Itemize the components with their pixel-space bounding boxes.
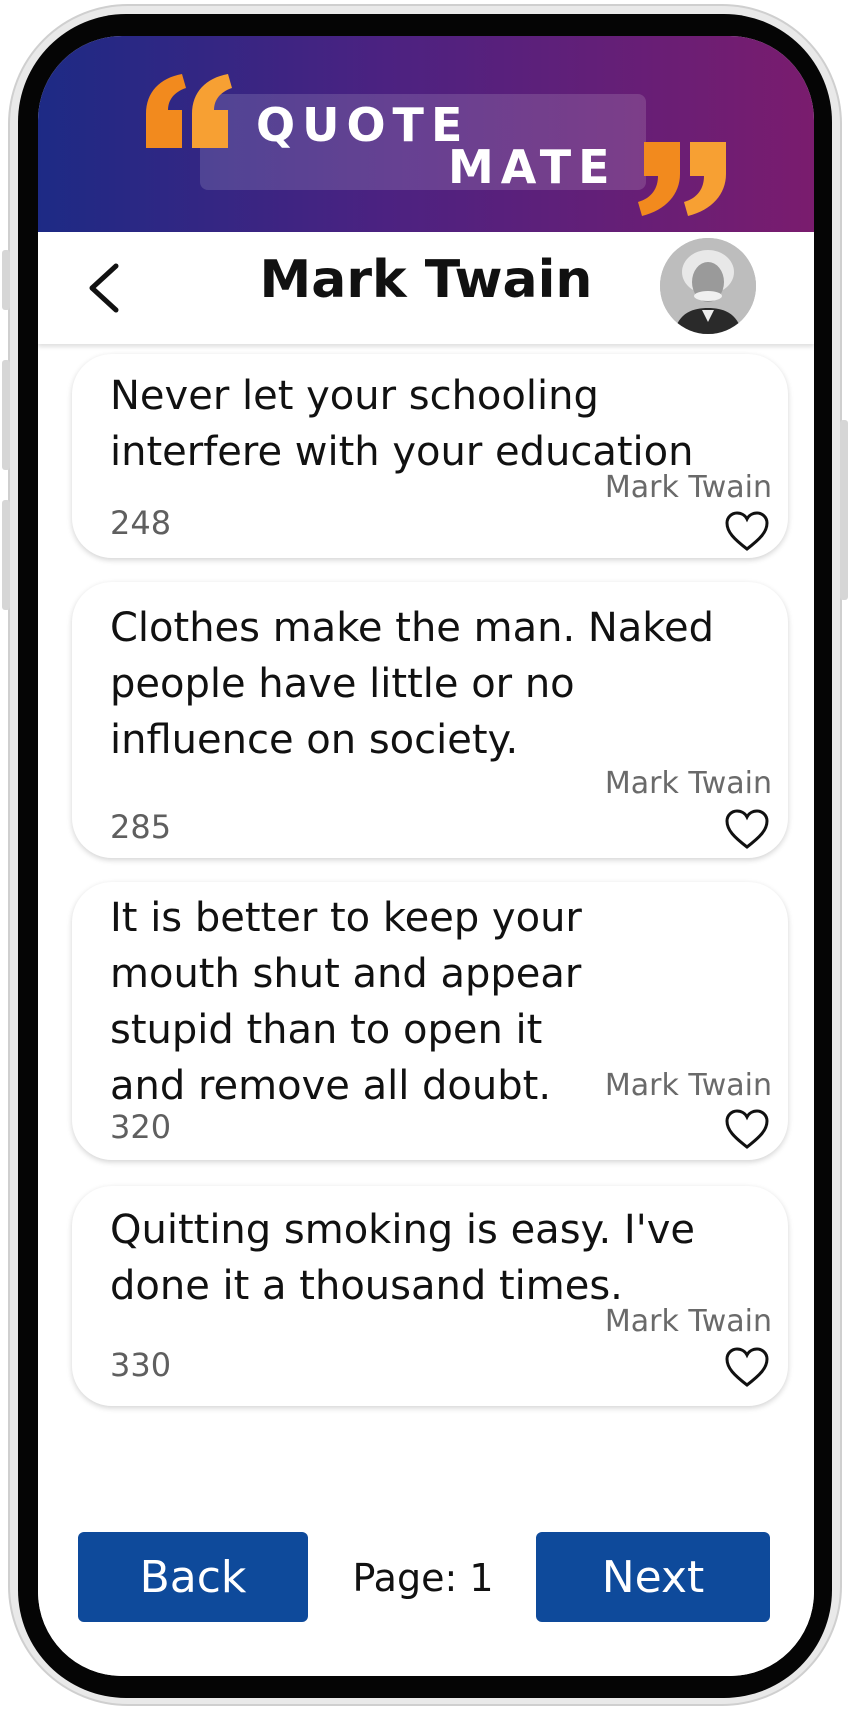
author-portrait-image: [660, 238, 756, 334]
back-button[interactable]: Back: [78, 1532, 308, 1622]
like-count: 285: [110, 808, 172, 846]
brand-title-line2: MATE: [448, 140, 617, 194]
quote-author: Mark Twain: [604, 1068, 772, 1103]
next-button[interactable]: Next: [536, 1532, 770, 1622]
page-indicator: Page: 1: [352, 1556, 494, 1600]
side-button-power: [840, 420, 848, 600]
quote-author: Mark Twain: [604, 766, 772, 801]
quote-text: Never let your schooling interfere with …: [110, 373, 694, 475]
quote-card[interactable]: Never let your schooling interfere with …: [72, 354, 788, 558]
author-avatar[interactable]: [660, 238, 756, 334]
like-count: 320: [110, 1108, 172, 1146]
quote-card[interactable]: Clothes make the man. Naked people have …: [72, 582, 788, 858]
side-button-volume-down: [2, 500, 10, 610]
like-count: 330: [110, 1346, 172, 1384]
quote-close-icon: [638, 142, 726, 216]
heart-outline-icon[interactable]: [724, 1108, 770, 1150]
heart-outline-icon[interactable]: [724, 808, 770, 850]
like-count: 248: [110, 504, 172, 542]
brand-header: QUOTE MATE: [38, 36, 814, 232]
quote-list[interactable]: Never let your schooling interfere with …: [38, 346, 814, 1516]
author-topbar: Mark Twain: [38, 232, 814, 344]
side-button-volume-up: [2, 360, 10, 470]
side-button-mute: [2, 250, 10, 310]
quote-author: Mark Twain: [604, 470, 772, 505]
quote-text: Clothes make the man. Naked people have …: [110, 605, 715, 763]
quote-card[interactable]: Quitting smoking is easy. I've done it a…: [72, 1186, 788, 1406]
app-screen: QUOTE MATE Mark Twain Never let your sch…: [38, 36, 814, 1676]
quote-text: It is better to keep your mouth shut and…: [110, 895, 582, 1109]
heart-outline-icon[interactable]: [724, 510, 770, 552]
heart-outline-icon[interactable]: [724, 1346, 770, 1388]
quote-card[interactable]: It is better to keep your mouth shut and…: [72, 882, 788, 1160]
quote-open-icon: [146, 74, 232, 148]
pagination-bar: Back Page: 1 Next: [38, 1516, 814, 1676]
quote-author: Mark Twain: [604, 1304, 772, 1339]
brand-title-line1: QUOTE: [256, 98, 470, 152]
quote-text: Quitting smoking is easy. I've done it a…: [110, 1207, 695, 1309]
